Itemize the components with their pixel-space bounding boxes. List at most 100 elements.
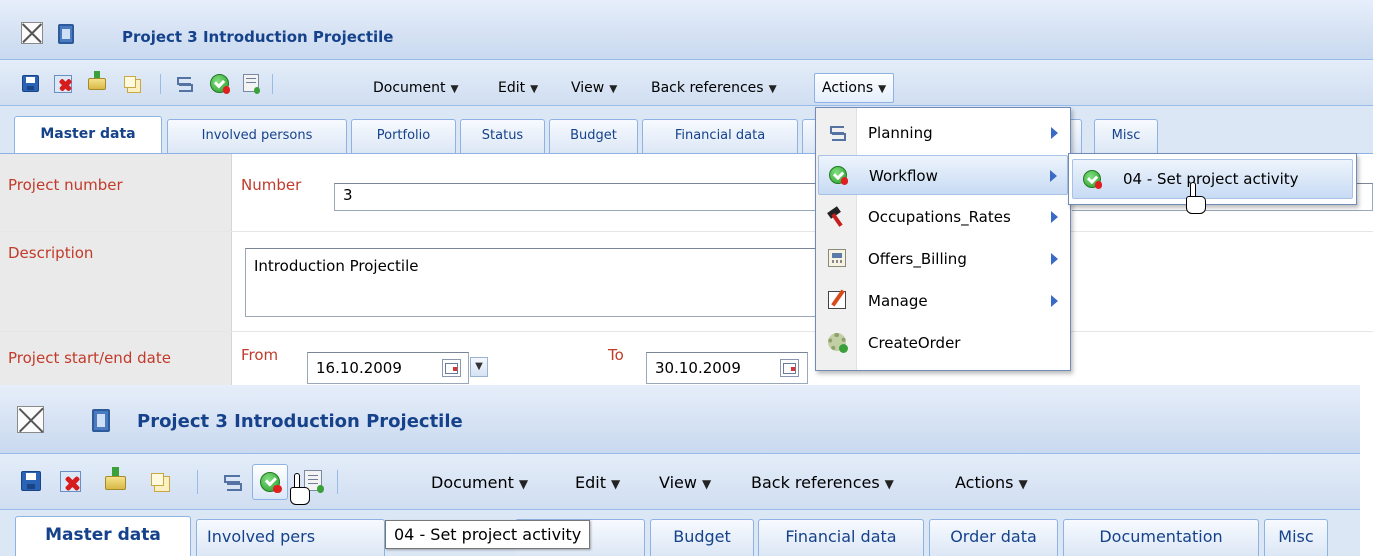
tab-strip: Master data Involved persons Portfolio S… (0, 106, 1373, 154)
workflow-submenu: 04 - Set project activity (1068, 153, 1357, 205)
menu-edit[interactable]: Edit ▼ (493, 79, 543, 97)
tab-label: Master data (45, 525, 161, 545)
tab-label: Budget (570, 128, 617, 143)
menu-label: Document (373, 80, 446, 96)
menu-back-references[interactable]: Back references ▼ (746, 472, 899, 493)
screen-1: Project 3 Introduction Projectile Docume… (0, 0, 1373, 385)
description-field[interactable]: Introduction Projectile (245, 248, 824, 317)
menu-item-manage[interactable]: Manage (818, 281, 1068, 321)
workflow-icon[interactable] (210, 74, 231, 94)
menu-view[interactable]: View ▼ (566, 79, 622, 97)
tooltip: 04 - Set project activity (385, 520, 591, 549)
workflow-icon (829, 166, 849, 185)
toolbar-separator (337, 470, 338, 494)
menu-item-label: Offers_Billing (868, 250, 967, 268)
menu-item-set-project-activity[interactable]: 04 - Set project activity (1072, 159, 1353, 199)
close-icon[interactable] (21, 22, 43, 44)
tab-misc[interactable]: Misc (1094, 119, 1158, 153)
number-value: 3 (343, 186, 353, 204)
menu-item-workflow[interactable]: Workflow (818, 155, 1068, 195)
workflow-icon[interactable] (260, 472, 282, 493)
document-icon (92, 409, 110, 432)
tab-portfolio[interactable]: Portfolio (351, 119, 456, 153)
copy-icon[interactable] (150, 472, 170, 492)
menu-item-planning[interactable]: Planning (818, 113, 1068, 153)
tab-budget[interactable]: Budget (650, 519, 754, 556)
tab-label: Portfolio (376, 128, 431, 143)
menu-actions[interactable]: Actions ▼ (950, 472, 1033, 493)
menu-item-occupations-rates[interactable]: Occupations_Rates (818, 197, 1068, 237)
menu-label: Edit (498, 80, 526, 96)
toolbar: Document ▼ Edit ▼ View ▼ Back references ▼ A… (0, 454, 1360, 510)
menu-actions[interactable]: Actions ▼ (814, 73, 895, 103)
page-title: Project 3 Introduction Projectile (122, 28, 394, 46)
tab-financial-data[interactable]: Financial data (758, 519, 924, 556)
copy-icon[interactable] (124, 76, 141, 93)
tab-label: Financial data (674, 128, 766, 143)
chevron-down-icon[interactable]: ▼ (470, 357, 488, 377)
form-row-description: Description Introduction Projectile (0, 232, 1373, 332)
tab-misc[interactable]: Misc (1264, 519, 1328, 556)
toolbar-separator (160, 74, 161, 94)
tab-master-data[interactable]: Master data (15, 516, 191, 556)
menu-item-offers-billing[interactable]: Offers_Billing (818, 239, 1068, 279)
close-icon[interactable] (17, 406, 44, 433)
chevron-down-icon: ▼ (1018, 477, 1028, 491)
actions-menu: Planning Workflow Occupations_Rates Offe… (815, 107, 1071, 371)
delete-icon[interactable] (60, 471, 81, 492)
screen-2: Project 3 Introduction Projectile Docume… (0, 385, 1360, 556)
calendar-icon[interactable] (780, 359, 799, 377)
menu-label: View (571, 80, 605, 96)
tab-order-data[interactable]: Order data (929, 519, 1058, 556)
tab-involved-persons[interactable]: Involved persons (167, 119, 347, 153)
menu-document[interactable]: Document ▼ (426, 472, 533, 493)
submenu-arrow-icon (1050, 170, 1057, 182)
hammer-icon (828, 207, 846, 225)
menu-item-create-order[interactable]: CreateOrder (818, 323, 1068, 363)
gear-icon (828, 333, 848, 353)
tab-documentation[interactable]: Documentation (1063, 519, 1259, 556)
report-icon[interactable] (243, 74, 261, 94)
to-label: To (608, 346, 624, 364)
chevron-down-icon: ▼ (768, 83, 777, 95)
import-icon[interactable] (88, 71, 106, 90)
menu-view[interactable]: View ▼ (654, 472, 716, 493)
move-icon[interactable] (222, 471, 242, 491)
number-field[interactable]: 3 (334, 183, 824, 211)
delete-icon[interactable] (54, 75, 72, 93)
document-icon (58, 24, 74, 44)
submenu-arrow-icon (1051, 211, 1058, 223)
tab-strip: Master data Involved pers s Budget Finan… (0, 510, 1360, 556)
from-date-value: 16.10.2009 (316, 359, 402, 377)
tab-financial-data[interactable]: Financial data (642, 119, 798, 153)
submenu-arrow-icon (1051, 295, 1058, 307)
move-icon[interactable] (175, 74, 194, 93)
calendar-icon[interactable] (442, 359, 461, 377)
tab-label: Order data (950, 527, 1037, 546)
save-icon[interactable] (22, 75, 39, 92)
menu-label: Actions (822, 80, 874, 96)
tab-status[interactable]: Status (460, 119, 545, 153)
window-titlebar: Project 3 Introduction Projectile (0, 385, 1360, 454)
form-row-dates: Project start/end date From 16.10.2009 ▼… (0, 332, 1373, 385)
menu-label: Document (431, 473, 514, 492)
tab-label: Involved pers (207, 527, 316, 546)
toolbar-separator (197, 470, 198, 494)
menu-document[interactable]: Document ▼ (368, 79, 464, 97)
import-icon[interactable] (105, 467, 126, 490)
tab-label: Involved persons (201, 128, 313, 143)
tab-budget[interactable]: Budget (549, 119, 638, 153)
menu-back-references[interactable]: Back references ▼ (646, 79, 782, 97)
workflow-icon (1083, 170, 1103, 189)
submenu-arrow-icon (1051, 253, 1058, 265)
chevron-down-icon: ▼ (878, 83, 887, 95)
tab-involved-persons[interactable]: Involved pers (196, 519, 385, 556)
menu-label: Back references (651, 80, 764, 96)
from-label: From (241, 346, 279, 364)
tab-master-data[interactable]: Master data (14, 116, 162, 153)
toolbar: Document ▼ Edit ▼ View ▼ Back references ▼ A… (0, 60, 1373, 106)
chevron-down-icon: ▼ (609, 83, 618, 95)
menu-edit[interactable]: Edit ▼ (570, 472, 625, 493)
save-icon[interactable] (21, 471, 41, 491)
chevron-down-icon: ▼ (884, 477, 894, 491)
